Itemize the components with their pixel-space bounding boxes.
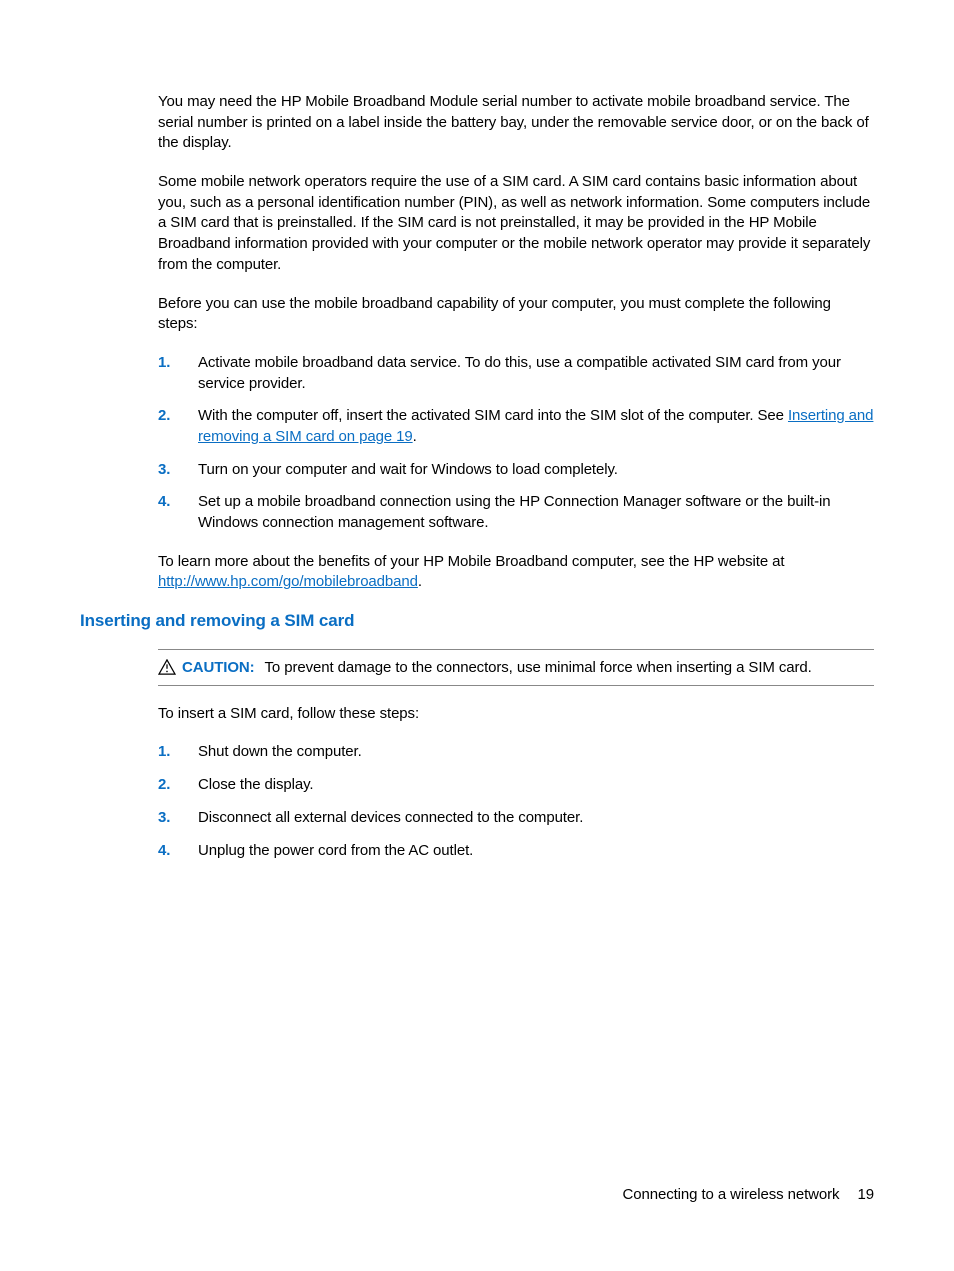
page-footer: Connecting to a wireless network 19 (623, 1186, 875, 1203)
list-item: 3. Disconnect all external devices conne… (158, 808, 874, 829)
list-item: 2. Close the display. (158, 775, 874, 796)
list-item: 1. Activate mobile broadband data servic… (158, 353, 874, 394)
list-number: 3. (158, 808, 198, 829)
list-text-fragment: With the computer off, insert the activa… (198, 407, 788, 424)
list-number: 1. (158, 353, 198, 394)
footer-section-title: Connecting to a wireless network (623, 1186, 840, 1203)
list-item: 4. Set up a mobile broadband connection … (158, 492, 874, 533)
list-number: 4. (158, 492, 198, 533)
body-paragraph: You may need the HP Mobile Broadband Mod… (158, 92, 874, 154)
list-item: 1. Shut down the computer. (158, 742, 874, 763)
text-fragment: . (418, 573, 422, 590)
section-heading: Inserting and removing a SIM card (80, 611, 874, 631)
body-paragraph: Some mobile network operators require th… (158, 172, 874, 275)
list-text: Unplug the power cord from the AC outlet… (198, 841, 874, 862)
list-number: 3. (158, 460, 198, 481)
list-item: 2. With the computer off, insert the act… (158, 406, 874, 447)
caution-content: CAUTION: To prevent damage to the connect… (182, 658, 812, 679)
caution-callout: CAUTION: To prevent damage to the connect… (158, 649, 874, 686)
external-link[interactable]: http://www.hp.com/go/mobilebroadband (158, 573, 418, 590)
list-item: 3. Turn on your computer and wait for Wi… (158, 460, 874, 481)
body-paragraph: Before you can use the mobile broadband … (158, 294, 874, 335)
caution-icon (158, 659, 176, 675)
list-text: Shut down the computer. (198, 742, 874, 763)
list-number: 2. (158, 406, 198, 447)
list-text: Turn on your computer and wait for Windo… (198, 460, 874, 481)
footer-page-number: 19 (858, 1186, 875, 1203)
list-text-fragment: . (413, 428, 417, 445)
list-text: With the computer off, insert the activa… (198, 406, 874, 447)
list-item: 4. Unplug the power cord from the AC out… (158, 841, 874, 862)
ordered-list: 1. Shut down the computer. 2. Close the … (158, 742, 874, 861)
body-paragraph: To learn more about the benefits of your… (158, 552, 874, 593)
caution-label: CAUTION: (182, 659, 255, 676)
list-number: 1. (158, 742, 198, 763)
text-fragment: To learn more about the benefits of your… (158, 553, 784, 570)
list-text: Close the display. (198, 775, 874, 796)
list-text: Activate mobile broadband data service. … (198, 353, 874, 394)
list-text: Disconnect all external devices connecte… (198, 808, 874, 829)
list-number: 2. (158, 775, 198, 796)
list-text: Set up a mobile broadband connection usi… (198, 492, 874, 533)
body-paragraph: To insert a SIM card, follow these steps… (158, 704, 874, 725)
list-number: 4. (158, 841, 198, 862)
ordered-list: 1. Activate mobile broadband data servic… (158, 353, 874, 534)
caution-text: To prevent damage to the connectors, use… (265, 659, 812, 676)
